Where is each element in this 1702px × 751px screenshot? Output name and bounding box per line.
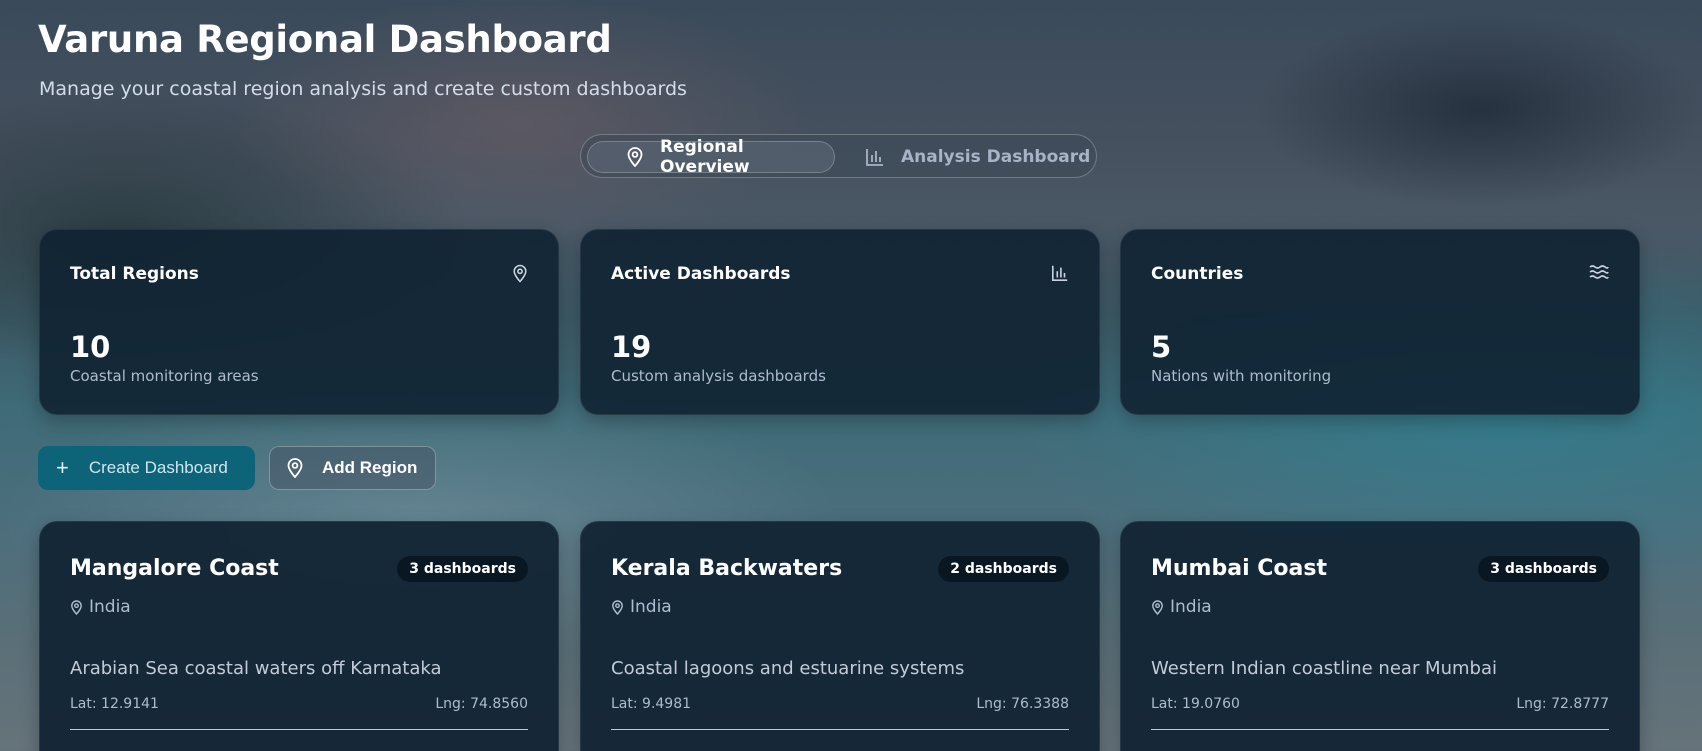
region-name: Kerala Backwaters [611,556,843,581]
region-country-label: India [89,597,131,617]
stat-value: 10 [70,330,111,364]
waves-icon [1589,264,1609,280]
add-region-button[interactable]: Add Region [269,446,436,490]
region-longitude: Lng: 72.8777 [1516,696,1609,712]
region-card[interactable]: Mangalore Coast 3 dashboards India Arabi… [39,521,559,751]
region-description: Arabian Sea coastal waters off Karnataka [70,658,442,679]
region-description: Coastal lagoons and estuarine systems [611,658,965,679]
page-title: Varuna Regional Dashboard [38,18,612,61]
map-pin-icon [286,458,304,478]
page-subtitle: Manage your coastal region analysis and … [39,78,687,100]
stat-description: Nations with monitoring [1151,367,1332,385]
dashboard-count-badge: 3 dashboards [1478,556,1609,582]
region-latitude: Lat: 9.4981 [611,696,692,712]
divider [611,729,1069,730]
stat-card-active-dashboards: Active Dashboards 19 Custom analysis das… [580,229,1100,415]
create-dashboard-button[interactable]: + Create Dashboard [38,446,255,490]
region-card[interactable]: Mumbai Coast 3 dashboards India Western … [1120,521,1640,751]
stat-label: Total Regions [70,264,199,284]
region-country-label: India [1170,597,1212,617]
region-name: Mangalore Coast [70,556,279,581]
view-toggle: Regional Overview Analysis Dashboard [580,134,1097,178]
map-pin-icon [611,599,624,615]
add-region-label: Add Region [322,458,418,477]
tab-label: Analysis Dashboard [901,147,1091,167]
stat-card-total-regions: Total Regions 10 Coastal monitoring area… [39,229,559,415]
stat-description: Custom analysis dashboards [611,367,826,385]
dashboard-count-badge: 3 dashboards [397,556,528,582]
tab-analysis-dashboard[interactable]: Analysis Dashboard [865,141,1091,173]
stat-value: 19 [611,330,652,364]
map-pin-icon [70,599,83,615]
stat-label: Countries [1151,264,1244,284]
region-longitude: Lng: 76.3388 [976,696,1069,712]
region-latitude: Lat: 19.0760 [1151,696,1240,712]
region-description: Western Indian coastline near Mumbai [1151,658,1497,679]
dashboard-count-badge: 2 dashboards [938,556,1069,582]
tab-label: Regional Overview [660,137,750,177]
stat-card-countries: Countries 5 Nations with monitoring [1120,229,1640,415]
region-country-label: India [630,597,672,617]
dashboard-page: Varuna Regional Dashboard Manage your co… [0,0,1702,751]
tab-regional-overview[interactable]: Regional Overview [587,137,835,177]
region-country: India [1151,597,1212,617]
map-pin-icon [1151,599,1164,615]
divider [1151,729,1609,730]
region-card[interactable]: Kerala Backwaters 2 dashboards India Coa… [580,521,1100,751]
region-country: India [611,597,672,617]
map-pin-icon [512,264,528,283]
region-name: Mumbai Coast [1151,556,1327,581]
stat-value: 5 [1151,330,1172,364]
plus-icon: + [56,455,69,480]
bar-chart-icon [1051,264,1069,282]
create-dashboard-label: Create Dashboard [88,458,228,477]
bar-chart-icon [865,147,885,167]
region-longitude: Lng: 74.8560 [435,696,528,712]
stat-description: Coastal monitoring areas [70,367,259,385]
divider [70,729,528,730]
region-country: India [70,597,131,617]
map-pin-icon [626,147,644,167]
stat-label: Active Dashboards [611,264,791,284]
region-latitude: Lat: 12.9141 [70,696,159,712]
